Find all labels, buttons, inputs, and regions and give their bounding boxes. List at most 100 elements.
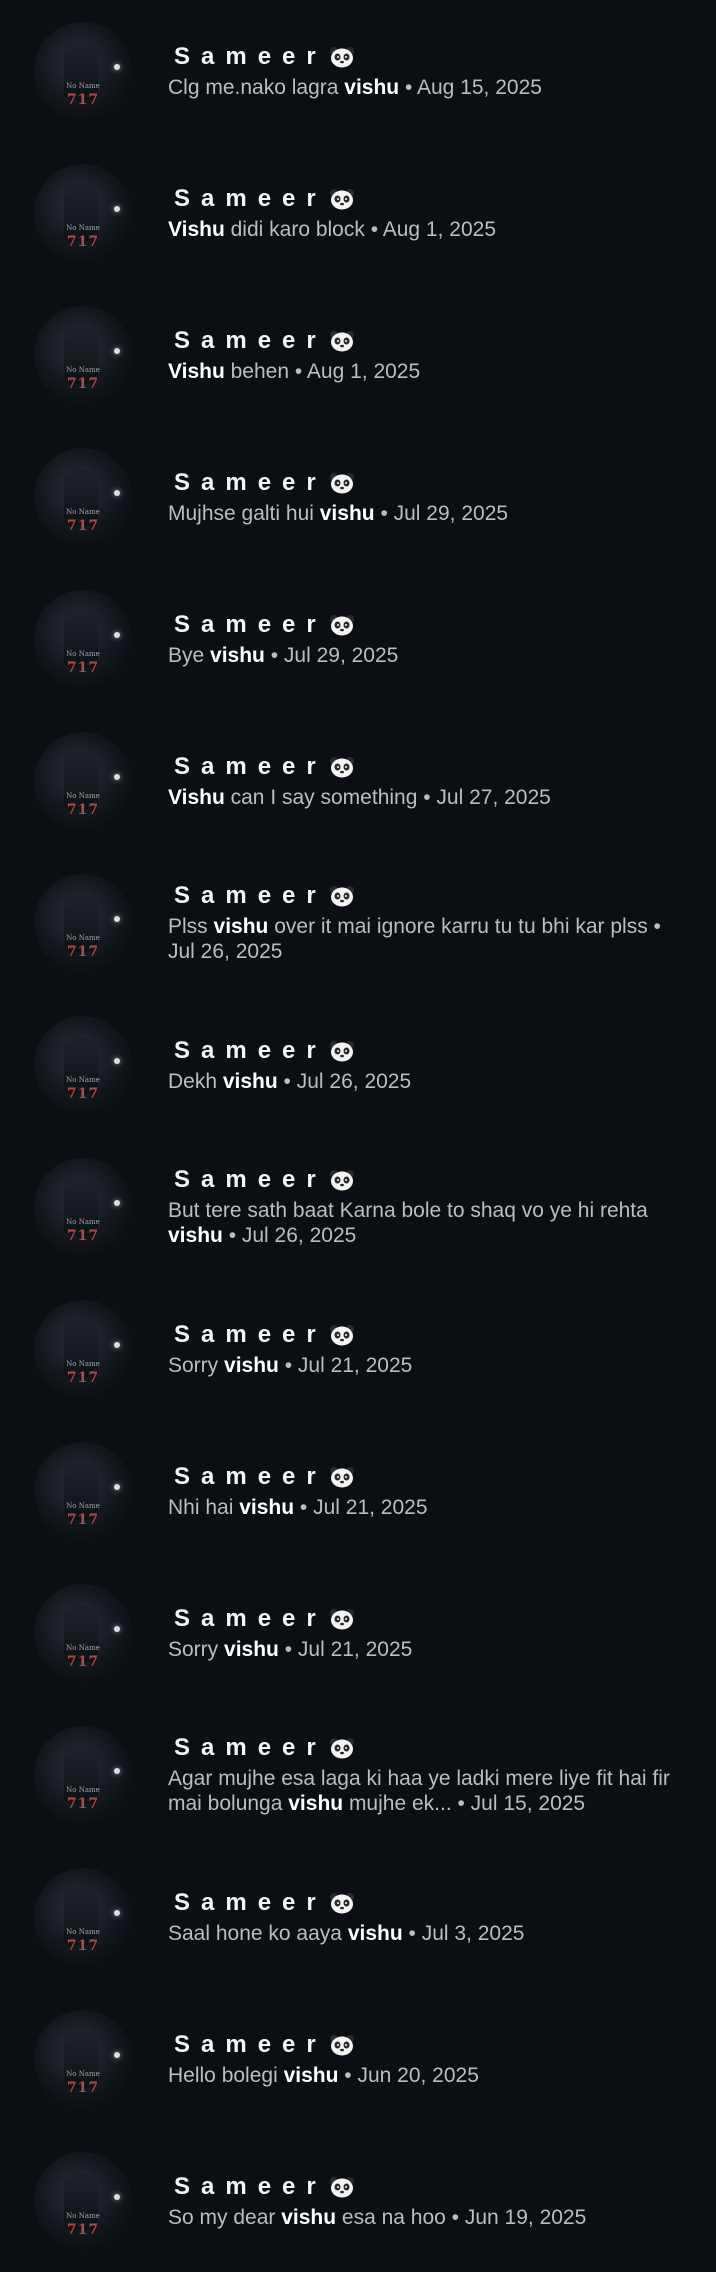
contact-name: Sameer: [174, 753, 692, 781]
contact-name-label: Sameer: [174, 1166, 327, 1193]
snippet-after: mujhe ek... • Jul 15, 2025: [343, 1792, 586, 1815]
avatar-moon: [114, 1768, 120, 1774]
snippet-after: • Jul 21, 2025: [278, 1353, 413, 1377]
contact-avatar[interactable]: No Name 717: [34, 590, 132, 688]
contact-avatar[interactable]: No Name 717: [34, 1016, 132, 1114]
contact-avatar[interactable]: No Name 717: [34, 2010, 132, 2108]
search-result-row[interactable]: No Name 717 Sameer Sorry vishu • Jul 21, 20…: [0, 1562, 716, 1704]
contact-avatar[interactable]: No Name 717: [34, 1300, 132, 1398]
avatar-caption: No Name: [66, 1786, 100, 1794]
avatar-moon: [114, 348, 120, 354]
contact-name-label: Sameer: [174, 2030, 327, 2058]
result-text: Sameer Vishu behen • Aug 1, 2025: [168, 327, 716, 384]
search-result-row[interactable]: No Name 717 Sameer But tere sath baat Karna…: [0, 1136, 716, 1278]
avatar-caption: No Name: [66, 224, 100, 232]
avatar-moon: [114, 2194, 120, 2200]
avatar-number: 717: [66, 1512, 100, 1528]
contact-avatar[interactable]: No Name 717: [34, 1584, 132, 1682]
contact-name-label: Sameer: [174, 468, 327, 496]
avatar-caption: No Name: [66, 366, 100, 374]
search-highlight: vishu: [344, 75, 400, 99]
avatar-figure: [64, 2028, 98, 2088]
panda-icon: [329, 188, 355, 210]
contact-name-label: Sameer: [174, 1036, 327, 1064]
search-result-row[interactable]: No Name 717 Sameer Vishu behen • Aug 1, 202…: [0, 284, 716, 426]
contact-avatar[interactable]: No Name 717: [34, 1442, 132, 1540]
avatar-moon: [114, 632, 120, 638]
avatar-moon: [114, 1484, 120, 1490]
contact-name: Sameer: [174, 611, 692, 639]
contact-name-label: Sameer: [174, 1604, 327, 1632]
search-highlight: vishu: [213, 915, 269, 938]
snippet-before: Clg me.nako lagra: [168, 75, 345, 99]
contact-avatar[interactable]: No Name 717: [34, 306, 132, 404]
avatar-caption: No Name: [66, 1218, 100, 1226]
search-result-row[interactable]: No Name 717 Sameer Bye vishu • Jul 29, 2025: [0, 568, 716, 710]
avatar-number: 717: [66, 1796, 100, 1812]
result-text: Sameer Plss vishu over it mai ignore karr…: [168, 882, 716, 964]
message-snippet: Hello bolegi vishu • Jun 20, 2025: [168, 2063, 692, 2088]
contact-avatar[interactable]: No Name 717: [34, 732, 132, 830]
panda-icon: [329, 2176, 355, 2198]
search-result-row[interactable]: No Name 717 Sameer Saal hone ko aaya vishu …: [0, 1846, 716, 1988]
contact-avatar[interactable]: No Name 717: [34, 164, 132, 262]
contact-avatar[interactable]: No Name 717: [34, 1726, 132, 1824]
contact-name: Sameer: [174, 43, 692, 71]
panda-icon: [329, 1737, 355, 1759]
message-snippet: Clg me.nako lagra vishu • Aug 15, 2025: [168, 75, 692, 100]
search-highlight: vishu: [222, 1069, 278, 1093]
search-result-row[interactable]: No Name 717 Sameer Plss vishu over it mai i…: [0, 852, 716, 994]
avatar-moon: [114, 1910, 120, 1916]
search-result-row[interactable]: No Name 717 Sameer Clg me.nako lagra vishu …: [0, 0, 716, 142]
search-result-row[interactable]: No Name 717 Sameer Vishu can I say somethin…: [0, 710, 716, 852]
contact-avatar[interactable]: No Name 717: [34, 448, 132, 546]
message-snippet: Plss vishu over it mai ignore karru tu t…: [168, 914, 692, 964]
result-text: Sameer Hello bolegi vishu • Jun 20, 2025: [168, 2031, 716, 2088]
contact-name-label: Sameer: [174, 42, 327, 70]
panda-icon: [329, 1892, 355, 1914]
search-result-row[interactable]: No Name 717 Sameer Mujhse galti hui vishu •…: [0, 426, 716, 568]
search-highlight: vishu: [224, 1637, 279, 1661]
search-highlight: vishu: [319, 501, 375, 525]
contact-avatar[interactable]: No Name 717: [34, 2152, 132, 2250]
contact-name-label: Sameer: [174, 882, 327, 909]
search-highlight: vishu: [168, 1224, 223, 1247]
search-result-row[interactable]: No Name 717 Sameer So my dear vishu esa na …: [0, 2130, 716, 2272]
message-snippet: Mujhse galti hui vishu • Jul 29, 2025: [168, 501, 692, 526]
contact-name-label: Sameer: [174, 1888, 327, 1916]
avatar-number: 717: [66, 2080, 100, 2096]
contact-avatar[interactable]: No Name 717: [34, 1158, 132, 1256]
panda-icon: [329, 756, 355, 778]
search-result-row[interactable]: No Name 717 Sameer Nhi hai vishu • Jul 21, …: [0, 1420, 716, 1562]
avatar-figure: [64, 324, 98, 384]
avatar-moon: [114, 1626, 120, 1632]
message-snippet: Bye vishu • Jul 29, 2025: [168, 643, 692, 668]
snippet-after: • Jul 29, 2025: [374, 501, 509, 525]
contact-avatar[interactable]: No Name 717: [34, 874, 132, 972]
panda-icon: [329, 330, 355, 352]
avatar-caption: No Name: [66, 1644, 100, 1652]
avatar-caption: No Name: [66, 82, 100, 90]
search-results-list: No Name 717 Sameer Clg me.nako lagra vishu …: [0, 0, 716, 2272]
contact-name: Sameer: [174, 2031, 692, 2059]
avatar-caption: No Name: [66, 1502, 100, 1510]
contact-avatar[interactable]: No Name 717: [34, 1868, 132, 1966]
contact-name: Sameer: [174, 1889, 692, 1917]
snippet-before: Plss: [168, 915, 214, 938]
contact-name-label: Sameer: [174, 184, 327, 212]
message-snippet: Saal hone ko aaya vishu • Jul 3, 2025: [168, 1921, 692, 1946]
contact-avatar[interactable]: No Name 717: [34, 22, 132, 120]
search-result-row[interactable]: No Name 717 Sameer Agar mujhe esa laga ki h…: [0, 1704, 716, 1846]
search-result-row[interactable]: No Name 717 Sameer Dekh vishu • Jul 26, 202…: [0, 994, 716, 1136]
search-result-row[interactable]: No Name 717 Sameer Vishu didi karo block • …: [0, 142, 716, 284]
snippet-after: esa na hoo • Jun 19, 2025: [336, 2205, 587, 2229]
avatar-figure: [64, 1602, 98, 1662]
contact-name: Sameer: [174, 1734, 692, 1762]
snippet-before: Hello bolegi: [168, 2063, 284, 2087]
contact-name-label: Sameer: [174, 1734, 327, 1761]
snippet-before: Mujhse galti hui: [168, 501, 320, 525]
snippet-after: behen • Aug 1, 2025: [224, 359, 421, 383]
search-result-row[interactable]: No Name 717 Sameer Hello bolegi vishu • Jun…: [0, 1988, 716, 2130]
search-result-row[interactable]: No Name 717 Sameer Sorry vishu • Jul 21, 20…: [0, 1278, 716, 1420]
message-snippet: Sorry vishu • Jul 21, 2025: [168, 1637, 692, 1662]
